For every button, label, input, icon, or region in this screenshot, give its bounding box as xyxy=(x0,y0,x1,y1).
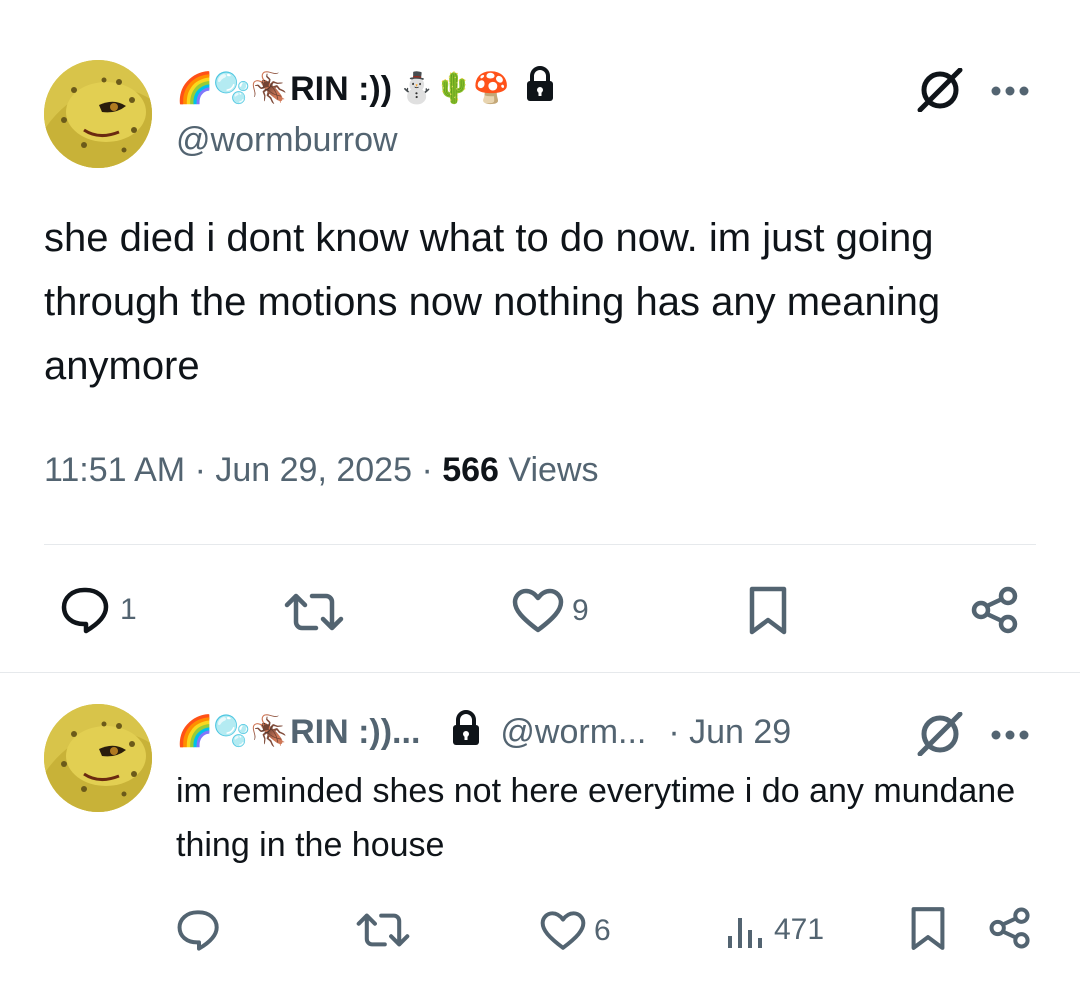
mushroom-emoji: 🍄 xyxy=(472,70,511,106)
bubbles-emoji: 🫧 xyxy=(213,714,251,749)
share-button[interactable] xyxy=(970,586,1020,634)
more-icon[interactable] xyxy=(990,84,1030,102)
bubbles-emoji: 🫧 xyxy=(213,70,251,106)
lock-icon xyxy=(524,66,556,111)
reply-display-name[interactable]: 🌈 🫧 🪳 RIN :))... xyxy=(176,712,420,752)
separator: · xyxy=(194,451,216,489)
like-icon xyxy=(512,588,564,633)
like-count: 6 xyxy=(594,914,611,947)
reply-header: 🌈 🫧 🪳 RIN :))... @worm... · Jun 29 xyxy=(176,709,791,755)
grok-icon[interactable] xyxy=(914,67,966,117)
cactus-emoji: 🌵 xyxy=(435,70,473,106)
cockroach-emoji: 🪳 xyxy=(250,714,289,749)
display-name-text: RIN :)) xyxy=(290,69,393,108)
bookmark-icon xyxy=(749,586,787,635)
avatar[interactable] xyxy=(44,60,152,168)
snowman-emoji: ⛄ xyxy=(398,70,436,106)
post-meta: 11:51 AM · Jun 29, 2025 · 566 Views xyxy=(44,450,599,490)
views-label: Views xyxy=(508,451,599,489)
repost-button[interactable] xyxy=(356,910,410,950)
bookmark-button[interactable] xyxy=(910,906,946,952)
like-icon xyxy=(540,911,586,950)
post-time[interactable]: 11:51 AM xyxy=(44,451,185,489)
reply-avatar[interactable] xyxy=(44,704,152,812)
repost-icon xyxy=(356,913,410,947)
more-icon[interactable] xyxy=(990,728,1030,746)
grok-icon[interactable] xyxy=(914,711,966,761)
share-icon xyxy=(971,586,1018,634)
cockroach-emoji: 🪳 xyxy=(250,70,289,106)
repost-icon xyxy=(284,593,344,631)
bookmark-button[interactable] xyxy=(748,586,788,636)
post-text: she died i dont know what to do now. im … xyxy=(44,216,941,388)
reply-count: 1 xyxy=(120,593,137,626)
share-icon xyxy=(989,907,1030,949)
reply-handle[interactable]: @worm... xyxy=(500,713,646,752)
bookmark-icon xyxy=(911,907,945,950)
divider xyxy=(0,672,1080,673)
views-count: 566 xyxy=(442,451,499,489)
avatar-image xyxy=(44,60,152,168)
reply-button[interactable] xyxy=(176,908,222,952)
rainbow-emoji: 🌈 xyxy=(176,70,214,106)
display-name-text: RIN :))... xyxy=(290,713,421,751)
like-button[interactable]: 6 xyxy=(540,910,611,952)
reply-icon xyxy=(177,910,219,951)
post-date[interactable]: Jun 29, 2025 xyxy=(215,451,412,489)
rainbow-emoji: 🌈 xyxy=(176,714,214,749)
lock-icon xyxy=(450,709,482,755)
reply-button[interactable]: 1 xyxy=(60,586,137,634)
handle[interactable]: @wormburrow xyxy=(176,120,398,160)
views-icon xyxy=(728,918,762,948)
like-button[interactable]: 9 xyxy=(512,588,589,634)
repost-button[interactable] xyxy=(284,590,344,634)
reply-text: im reminded shes not here everytime i do… xyxy=(176,772,1016,864)
divider xyxy=(44,544,1036,545)
avatar-image xyxy=(44,704,152,812)
share-button[interactable] xyxy=(988,906,1032,950)
reply-icon xyxy=(61,587,109,634)
reply-date[interactable]: · Jun 29 xyxy=(668,713,791,752)
views-count: 471 xyxy=(774,913,825,946)
like-count: 9 xyxy=(572,594,589,627)
separator: · xyxy=(421,451,443,489)
views-button[interactable]: 471 xyxy=(726,910,824,950)
display-name[interactable]: 🌈 🫧 🪳 RIN :)) ⛄ 🌵 🍄 xyxy=(176,66,556,111)
